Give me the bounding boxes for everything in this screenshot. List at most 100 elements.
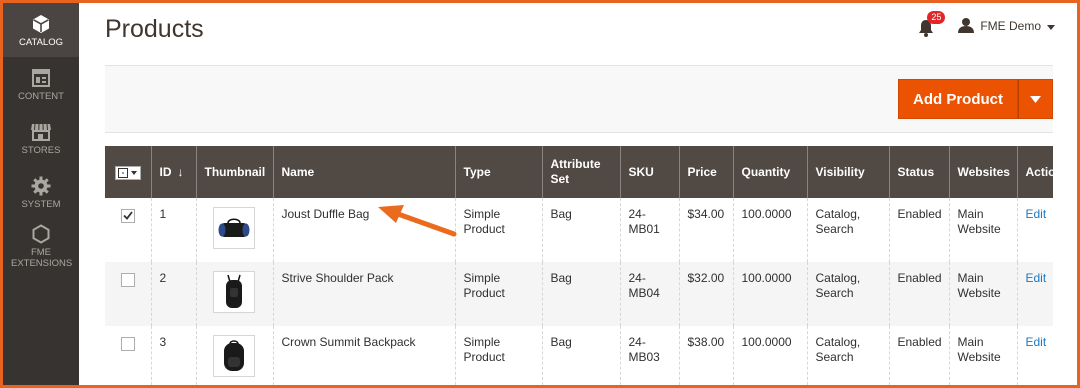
caret-down-icon [131, 171, 137, 175]
notification-count-badge: 25 [927, 11, 946, 24]
page-actions-bar: Add Product [105, 65, 1053, 133]
sidebar-item-label: STORES [21, 144, 61, 156]
edit-link[interactable]: Edit [1026, 207, 1047, 221]
column-header-attribute-set[interactable]: Attribute Set [542, 146, 621, 198]
cell-visibility: Catalog, Search [807, 198, 890, 262]
cell-attribute-set: Bag [542, 198, 621, 262]
cell-status: Enabled [889, 326, 950, 388]
cell-thumbnail [196, 198, 274, 262]
cell-quantity: 100.0000 [733, 262, 808, 326]
main-content: Products 25 FME Demo Add Product - ID ↓ … [79, 3, 1077, 388]
cell-attribute-set: Bag [542, 326, 621, 388]
add-product-button[interactable]: Add Product [898, 79, 1018, 119]
cell-name: Strive Shoulder Pack [273, 262, 456, 326]
column-header-quantity[interactable]: Quantity [733, 146, 808, 198]
mass-select-checkbox[interactable]: - [115, 166, 141, 180]
cell-price: $32.00 [679, 262, 734, 326]
cell-visibility: Catalog, Search [807, 326, 890, 388]
chevron-down-icon [1030, 90, 1041, 108]
user-name: FME Demo [980, 19, 1041, 33]
cell-quantity: 100.0000 [733, 326, 808, 388]
shoulder-pack-icon[interactable] [212, 271, 255, 313]
cell-id: 3 [151, 326, 197, 388]
table-row: 2 Strive Shoulder Pack Simple Product Ba… [105, 262, 1053, 326]
layout-icon [31, 67, 51, 89]
column-header-thumbnail: Thumbnail [196, 146, 274, 198]
add-product-split-button: Add Product [898, 79, 1053, 119]
backpack-icon[interactable] [212, 335, 255, 377]
grid-header-row: - ID ↓ Thumbnail Name Type Attribute Set … [105, 146, 1063, 198]
cell-quantity: 100.0000 [733, 198, 808, 262]
sidebar-item-content[interactable]: CONTENT [3, 57, 79, 111]
sidebar-item-system[interactable]: SYSTEM [3, 165, 79, 219]
row-select-cell [105, 262, 152, 326]
cell-sku: 24-MB03 [620, 326, 680, 388]
duffle-bag-icon[interactable] [212, 207, 255, 249]
column-header-visibility[interactable]: Visibility [807, 146, 890, 198]
add-product-dropdown-toggle[interactable] [1018, 79, 1053, 119]
row-checkbox[interactable] [121, 273, 135, 287]
gear-icon [31, 175, 51, 197]
header-actions: 25 FME Demo [918, 11, 1055, 37]
user-menu[interactable]: FME Demo [958, 17, 1055, 36]
cell-price: $38.00 [679, 326, 734, 388]
cell-thumbnail [196, 326, 274, 388]
edit-link[interactable]: Edit [1026, 335, 1047, 349]
sidebar-item-label: FME EXTENSIONS [11, 247, 73, 269]
sidebar-item-label: CONTENT [18, 90, 64, 102]
cell-price: $34.00 [679, 198, 734, 262]
cell-action: Edit [1017, 262, 1053, 326]
cell-websites: Main Website [949, 198, 1018, 262]
table-row: 3 Crown Summit Backpack Simple Product B… [105, 326, 1053, 388]
minus-icon: - [118, 168, 128, 178]
sidebar-item-stores[interactable]: STORES [3, 111, 79, 165]
page-title: Products [105, 15, 204, 43]
column-header-status[interactable]: Status [889, 146, 950, 198]
row-checkbox[interactable] [121, 337, 135, 351]
storefront-icon [30, 121, 52, 143]
cell-sku: 24-MB04 [620, 262, 680, 326]
admin-sidebar: CATALOG CONTENT STORES SYSTEM FME EXTENS… [3, 3, 79, 385]
cell-websites: Main Website [949, 262, 1018, 326]
cell-sku: 24-MB01 [620, 198, 680, 262]
column-header-price[interactable]: Price [679, 146, 734, 198]
column-label: ID [159, 164, 172, 179]
row-checkbox[interactable] [121, 209, 135, 223]
sidebar-item-label: SYSTEM [21, 198, 61, 210]
cell-action: Edit [1017, 326, 1053, 388]
cell-thumbnail [196, 262, 274, 326]
cell-name: Crown Summit Backpack [273, 326, 456, 388]
cell-websites: Main Website [949, 326, 1018, 388]
products-grid: - ID ↓ Thumbnail Name Type Attribute Set … [105, 146, 1063, 388]
user-icon [958, 17, 975, 36]
column-header-name[interactable]: Name [273, 146, 456, 198]
column-header-action: Action [1017, 146, 1063, 198]
hexagon-icon [31, 223, 51, 245]
notifications-button[interactable]: 25 [918, 11, 946, 37]
column-header-websites[interactable]: Websites [949, 146, 1018, 198]
cell-id: 1 [151, 198, 197, 262]
edit-link[interactable]: Edit [1026, 271, 1047, 285]
mass-select-header: - [105, 146, 152, 198]
sidebar-item-catalog[interactable]: CATALOG [3, 3, 79, 57]
cell-visibility: Catalog, Search [807, 262, 890, 326]
bell-icon [918, 20, 934, 41]
cell-status: Enabled [889, 198, 950, 262]
cube-icon [31, 13, 51, 35]
sidebar-item-label: CATALOG [19, 36, 63, 48]
cell-type: Simple Product [455, 262, 543, 326]
cell-type: Simple Product [455, 198, 543, 262]
checkmark-icon [123, 209, 133, 224]
column-header-type[interactable]: Type [455, 146, 543, 198]
sort-descending-icon: ↓ [177, 164, 184, 179]
cell-id: 2 [151, 262, 197, 326]
column-header-id[interactable]: ID ↓ [151, 146, 197, 198]
cell-status: Enabled [889, 262, 950, 326]
sidebar-item-fme-extensions[interactable]: FME EXTENSIONS [3, 219, 79, 273]
column-header-sku[interactable]: SKU [620, 146, 680, 198]
row-select-cell [105, 198, 152, 262]
chevron-down-icon [1047, 19, 1055, 33]
cell-type: Simple Product [455, 326, 543, 388]
annotation-arrow [376, 203, 458, 244]
row-select-cell [105, 326, 152, 388]
